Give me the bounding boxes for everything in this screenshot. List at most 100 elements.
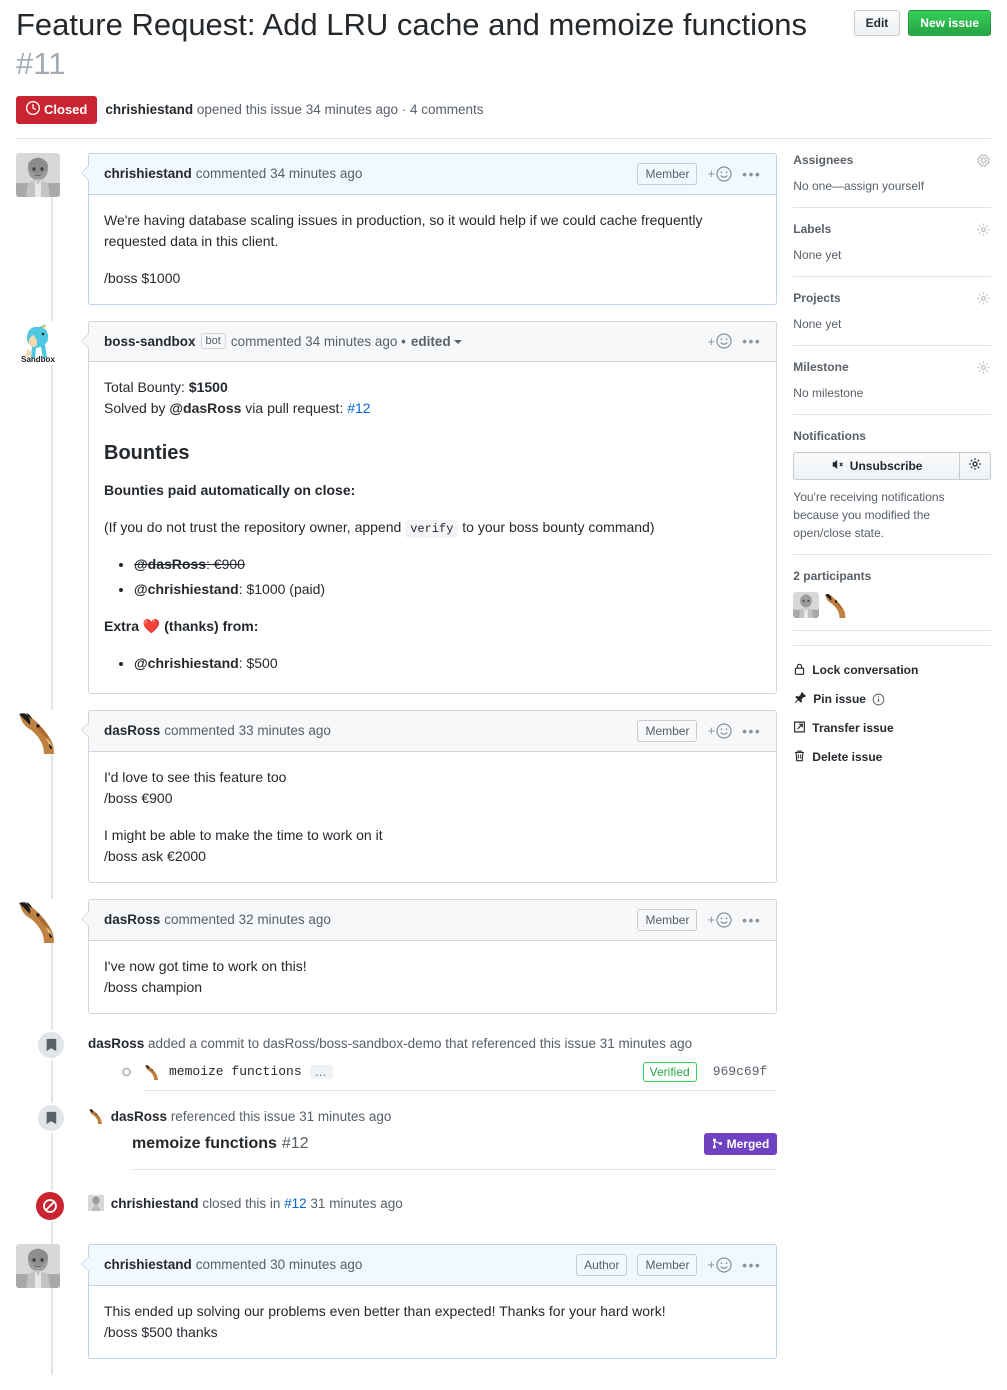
paid-user: @chrishiestand	[134, 580, 239, 597]
sidebar-section-header: Notifications	[793, 429, 991, 443]
extra-post: (thanks) from:	[164, 617, 259, 634]
lock-conversation-button[interactable]: Lock conversation	[793, 656, 991, 685]
comment-line: /boss $500 thanks	[104, 1323, 218, 1340]
comment-author[interactable]: chrishiestand	[104, 166, 192, 181]
plus-icon: +	[707, 723, 716, 738]
transfer-icon	[793, 720, 806, 737]
comment-menu-button[interactable]: •••	[742, 724, 761, 738]
issue-number: #11	[16, 45, 66, 81]
comment-timestamp: commented 34 minutes ago •	[230, 333, 406, 349]
comment-author[interactable]: dasRoss	[104, 723, 160, 738]
commit-sha[interactable]: 969c69f	[713, 1062, 768, 1082]
role-badge-member: Member	[637, 719, 698, 742]
comment-menu-button[interactable]: •••	[742, 1258, 761, 1272]
edit-button[interactable]: Edit	[853, 10, 901, 36]
comment-line: This ended up solving our problems even …	[104, 1302, 666, 1319]
comment-item: Sandbox boss-sandbox bot commented 34 mi…	[16, 320, 778, 710]
sidebar: Assignees No one—assign yourself Labels …	[777, 153, 991, 1375]
add-reaction-button[interactable]: +	[707, 722, 732, 739]
smiley-icon	[716, 165, 732, 182]
comment-box: dasRoss commented 32 minutes ago Member …	[80, 898, 778, 1014]
unsubscribe-button[interactable]: Unsubscribe	[793, 451, 959, 480]
bounties-paid-label-text: Bounties paid automatically on close:	[104, 481, 356, 498]
event-actor[interactable]: dasRoss	[111, 1109, 167, 1124]
comment-author[interactable]: dasRoss	[104, 912, 160, 927]
gear-icon[interactable]	[976, 291, 991, 306]
sidebar-labels-value: None yet	[793, 247, 842, 262]
gear-icon[interactable]	[976, 360, 991, 375]
event-actor[interactable]: chrishiestand	[111, 1196, 199, 1211]
issue-opener[interactable]: chrishiestand	[105, 102, 193, 117]
comment-author[interactable]: chrishiestand	[104, 1257, 192, 1272]
event-description: added a commit to dasRoss/boss-sandbox-d…	[148, 1035, 693, 1051]
lock-icon	[793, 662, 806, 679]
timeline-event-reference: dasRoss referenced this issue 31 minutes…	[16, 1102, 778, 1184]
transfer-issue-button[interactable]: Transfer issue	[793, 714, 991, 743]
avatar-column	[16, 709, 88, 899]
referenced-pr-title[interactable]: memoize functions	[132, 1134, 277, 1154]
commit-message[interactable]: memoize functions	[169, 1062, 302, 1082]
gear-icon	[968, 457, 982, 474]
list-item: @chrishiestand: $1000 (paid)	[134, 579, 761, 600]
referenced-pr-number[interactable]: #12	[282, 1134, 309, 1154]
closed-pre: closed this in	[202, 1195, 281, 1211]
sidebar-assignees-value[interactable]: No one—assign yourself	[793, 177, 991, 195]
issue-meta-detail: opened this issue 34 minutes ago · 4 com…	[196, 102, 484, 117]
new-issue-button[interactable]: New issue	[908, 10, 991, 36]
event-content: dasRoss referenced this issue 31 minutes…	[88, 1103, 778, 1184]
extra-user: @chrishiestand	[134, 654, 239, 671]
delete-issue-label: Delete issue	[812, 750, 883, 764]
pin-issue-button[interactable]: Pin issue	[793, 685, 991, 714]
avatar[interactable]	[16, 152, 60, 197]
event-actor[interactable]: dasRoss	[88, 1036, 144, 1051]
comment-line: I've now got time to work on this!	[104, 957, 307, 974]
comment-menu-button[interactable]: •••	[742, 913, 761, 927]
gear-icon[interactable]	[976, 222, 991, 237]
commit-expand-button[interactable]: …	[309, 1064, 333, 1079]
solved-user[interactable]: @dasRoss	[169, 400, 241, 416]
commit-row: memoize functions … Verified 969c69f	[122, 1054, 778, 1091]
add-reaction-button[interactable]: +	[707, 911, 732, 928]
timeline: chrishiestand commented 34 minutes ago M…	[16, 152, 778, 1375]
delete-issue-button[interactable]: Delete issue	[793, 743, 991, 772]
comment-author[interactable]: boss-sandbox	[104, 334, 196, 349]
comment-paragraph: I might be able to make the time to work…	[104, 825, 761, 867]
sidebar-section-participants: 2 participants	[793, 569, 991, 631]
issue-page: Feature Request: Add LRU cache and memoi…	[0, 0, 1007, 1375]
comment-header: dasRoss commented 33 minutes ago Member …	[89, 710, 777, 752]
comment-header: boss-sandbox bot commented 34 minutes ag…	[89, 321, 777, 362]
add-reaction-button[interactable]: +	[707, 165, 732, 182]
comment-menu-button[interactable]: •••	[742, 334, 761, 348]
issue-meta-row: Closed chrishiestand opened this issue 3…	[16, 84, 991, 138]
extra-pre: Extra	[104, 617, 140, 634]
role-badge-author: Author	[576, 1253, 628, 1276]
notification-settings-button[interactable]	[959, 451, 991, 480]
pull-request-link[interactable]: #12	[347, 400, 370, 416]
comment-paragraph: This ended up solving our problems even …	[104, 1301, 761, 1343]
issue-columns: chrishiestand commented 34 minutes ago M…	[16, 139, 991, 1375]
comment-line: /boss ask €2000	[104, 847, 206, 864]
verified-badge: Verified	[642, 1061, 697, 1082]
comment-box: chrishiestand commented 30 minutes ago A…	[80, 1243, 778, 1359]
avatar-bot[interactable]: Sandbox	[16, 320, 60, 365]
add-reaction-button[interactable]: +	[707, 333, 732, 349]
edited-dropdown[interactable]: edited	[411, 334, 462, 349]
info-icon[interactable]	[872, 693, 885, 706]
comment-menu-button[interactable]: •••	[742, 167, 761, 181]
event-text-row: chrishiestand closed this in #12 31 minu…	[88, 1194, 777, 1214]
avatar-horse[interactable]	[16, 709, 60, 754]
closed-post: 31 minutes ago	[310, 1195, 403, 1211]
avatar-horse[interactable]	[16, 898, 60, 943]
comment-item: dasRoss commented 33 minutes ago Member …	[16, 709, 778, 899]
comment-header: dasRoss commented 32 minutes ago Member …	[89, 899, 777, 941]
comment-timestamp: commented 32 minutes ago	[164, 912, 331, 927]
gear-icon[interactable]	[976, 153, 991, 168]
plus-icon: +	[707, 333, 716, 349]
participant-avatar[interactable]	[823, 591, 850, 618]
verify-code: verify	[405, 519, 459, 538]
avatar[interactable]	[16, 1243, 60, 1288]
participant-avatar[interactable]	[793, 591, 820, 618]
add-reaction-button[interactable]: +	[707, 1256, 732, 1273]
closed-pr-link[interactable]: #12	[284, 1196, 307, 1211]
merged-badge: Merged	[703, 1132, 778, 1155]
